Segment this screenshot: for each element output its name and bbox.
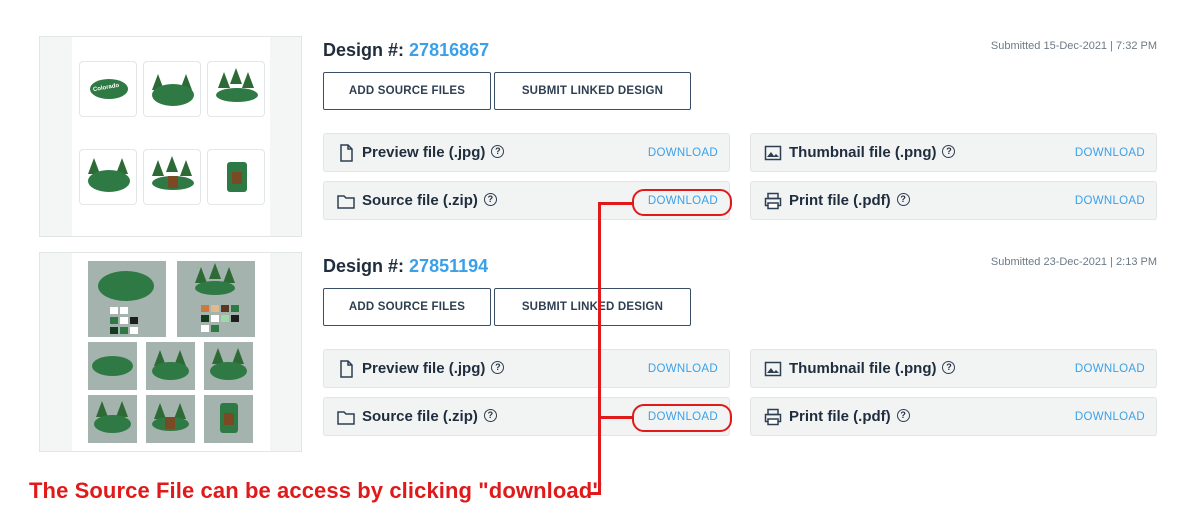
design-thumbnail[interactable]: Colorado (39, 36, 302, 237)
design-thumbnail[interactable] (39, 252, 302, 452)
annotation-connector (598, 202, 633, 205)
logo-tile (79, 149, 137, 205)
question-circle-icon[interactable]: ? (491, 360, 505, 374)
submit-linked-design-button[interactable]: SUBMIT LINKED DESIGN (494, 288, 691, 326)
design-title: Design #: 27816867 (323, 40, 489, 61)
printer-icon (764, 408, 782, 426)
source-file-label: Source file (.zip) (362, 408, 478, 425)
file-icon (340, 144, 353, 162)
thumbnail-download-link[interactable]: DOWNLOAD (1075, 363, 1145, 375)
logo-tile (143, 149, 201, 205)
submitted-date: Submitted 23-Dec-2021 | 2:13 PM (990, 256, 1157, 268)
design-number-link[interactable]: 27816867 (409, 40, 489, 60)
folder-icon (337, 411, 355, 425)
design-number-link[interactable]: 27851194 (409, 256, 488, 276)
submitted-date: Submitted 15-Dec-2021 | 7:32 PM (990, 40, 1157, 52)
logo-tile (207, 149, 265, 205)
question-circle-icon[interactable]: ? (896, 192, 910, 206)
add-source-files-button[interactable]: ADD SOURCE FILES (323, 288, 491, 326)
submit-linked-design-button[interactable]: SUBMIT LINKED DESIGN (494, 72, 691, 110)
thumbnail-download-link[interactable]: DOWNLOAD (1075, 147, 1145, 159)
preview-download-link[interactable]: DOWNLOAD (648, 363, 718, 375)
design-label: Design #: (323, 256, 405, 276)
download-highlight-box (632, 404, 732, 432)
print-file-label: Print file (.pdf) (789, 192, 891, 209)
add-source-files-button[interactable]: ADD SOURCE FILES (323, 72, 491, 110)
question-circle-icon[interactable]: ? (483, 192, 497, 206)
question-circle-icon[interactable]: ? (942, 144, 956, 158)
question-circle-icon[interactable]: ? (483, 408, 497, 422)
logo-sheet-tile (146, 395, 195, 443)
folder-icon (337, 195, 355, 209)
logo-sheet-tile (177, 261, 255, 337)
logo-tile: Colorado (79, 61, 137, 117)
logo-sheet-tile (146, 342, 195, 390)
file-icon (340, 360, 353, 378)
annotation-caption: The Source File can be access by clickin… (29, 478, 603, 503)
thumbnail-file-label: Thumbnail file (.png) (789, 360, 937, 377)
preview-download-link[interactable]: DOWNLOAD (648, 147, 718, 159)
print-file-row: Print file (.pdf)? DOWNLOAD (750, 397, 1157, 436)
preview-file-label: Preview file (.jpg) (362, 360, 486, 377)
thumbnail-file-row: Thumbnail file (.png)? DOWNLOAD (750, 349, 1157, 388)
print-download-link[interactable]: DOWNLOAD (1075, 411, 1145, 423)
logo-sheet-tile (204, 395, 253, 443)
logo-tile (207, 61, 265, 117)
preview-file-row: Preview file (.jpg)? DOWNLOAD (323, 349, 730, 388)
logo-sheet-tile (88, 342, 137, 390)
question-circle-icon[interactable]: ? (491, 144, 505, 158)
source-file-label: Source file (.zip) (362, 192, 478, 209)
download-highlight-box (632, 189, 732, 216)
design-title: Design #: 27851194 (323, 256, 488, 277)
question-circle-icon[interactable]: ? (896, 408, 910, 422)
annotation-connector (598, 202, 601, 494)
thumbnail-canvas: Colorado (72, 37, 270, 236)
preview-file-row: Preview file (.jpg)? DOWNLOAD (323, 133, 730, 172)
image-icon (764, 361, 782, 377)
question-circle-icon[interactable]: ? (942, 360, 956, 374)
design-label: Design #: (323, 40, 405, 60)
annotation-connector (598, 416, 633, 419)
logo-sheet-tile (88, 261, 166, 337)
preview-file-label: Preview file (.jpg) (362, 144, 486, 161)
thumbnail-file-row: Thumbnail file (.png)? DOWNLOAD (750, 133, 1157, 172)
print-file-row: Print file (.pdf)? DOWNLOAD (750, 181, 1157, 220)
printer-icon (764, 192, 782, 210)
print-download-link[interactable]: DOWNLOAD (1075, 195, 1145, 207)
image-icon (764, 145, 782, 161)
thumbnail-canvas (72, 253, 270, 451)
logo-tile (143, 61, 201, 117)
logo-sheet-tile (88, 395, 137, 443)
logo-sheet-tile (204, 342, 253, 390)
print-file-label: Print file (.pdf) (789, 408, 891, 425)
thumbnail-file-label: Thumbnail file (.png) (789, 144, 937, 161)
